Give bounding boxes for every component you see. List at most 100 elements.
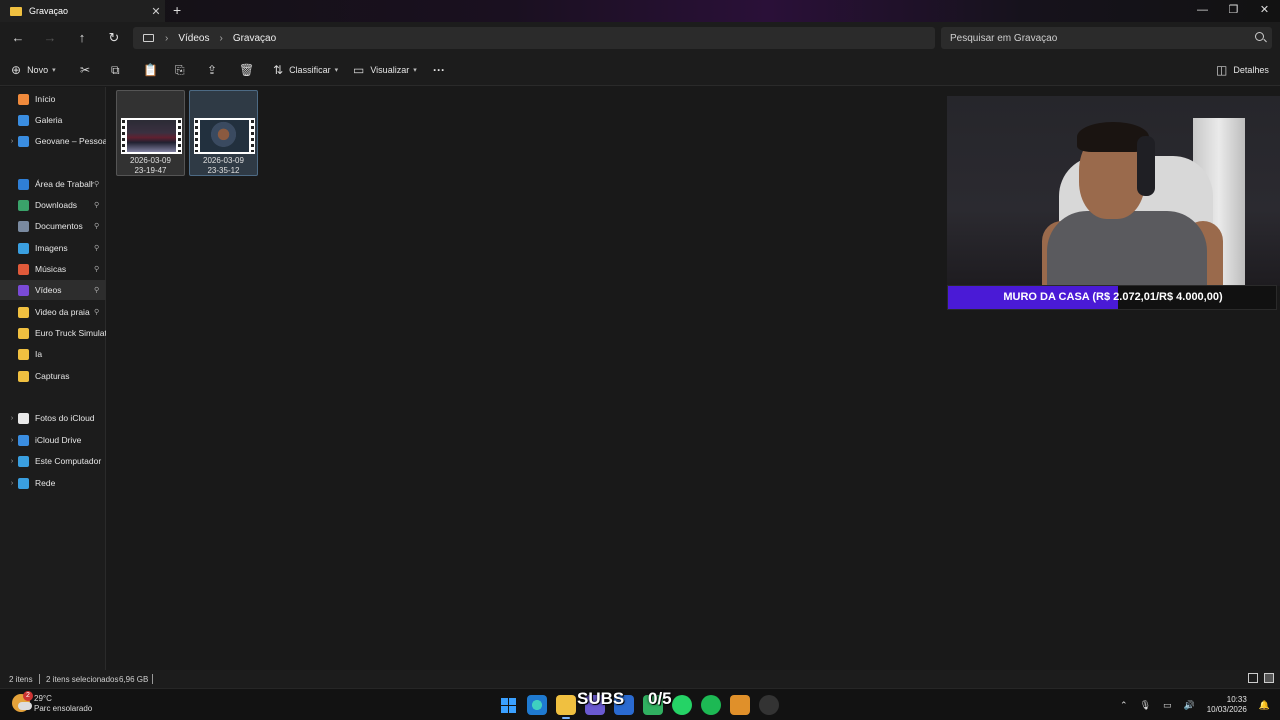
breadcrumb-videos[interactable]: Vídeos <box>178 33 209 44</box>
file-name: 2026-03-09 23-19-47 <box>130 156 171 175</box>
sidebar-item-label: Área de Trabalho <box>35 179 94 189</box>
chevron-down-icon: ▾ <box>334 67 339 74</box>
notification-icon[interactable]: 🔔 <box>1259 700 1270 711</box>
sidebar-item-rea-de-trabalho[interactable]: Área de Trabalho ⚲ <box>0 174 106 194</box>
cut-button[interactable]: ✂ <box>80 62 96 78</box>
sidebar-item-label: iCloud Drive <box>35 435 82 445</box>
weather-icon: 2 <box>12 691 33 712</box>
edge-icon[interactable] <box>527 695 547 715</box>
network-icon <box>18 477 29 489</box>
new-button[interactable]: ⊕ Novo ▾ <box>11 62 56 78</box>
sidebar-item-downloads[interactable]: Downloads ⚲ <box>0 195 106 215</box>
spotify-icon[interactable] <box>701 695 721 715</box>
sidebar-item-ia[interactable]: Ia <box>0 344 106 364</box>
details-label: Detalhes <box>1233 65 1269 75</box>
paste-button[interactable]: 📋 <box>143 62 164 78</box>
volume-icon[interactable]: 🔊 <box>1184 700 1195 711</box>
photos-icon[interactable] <box>730 695 750 715</box>
file-name: 2026-03-09 23-35-12 <box>203 156 244 175</box>
close-tab-icon[interactable]: ✕ <box>147 5 165 18</box>
system-tray: ⌃ 🎙 ▭ 🔊 10:33 10/03/2026 🔔 <box>1120 695 1270 715</box>
share-button[interactable]: ⇪ <box>207 62 223 78</box>
refresh-button[interactable]: ↻ <box>104 28 124 48</box>
minimize-button[interactable]: — <box>1187 0 1218 22</box>
view-button[interactable]: ▭ Visualizar ▾ <box>353 62 417 78</box>
large-icons-view-icon[interactable] <box>1264 673 1274 683</box>
chevron-right-icon[interactable]: › <box>6 458 18 465</box>
trash-icon: 🗑 <box>239 63 255 77</box>
delete-button[interactable]: 🗑 <box>239 62 260 78</box>
chevron-right-icon[interactable]: › <box>6 138 18 145</box>
sidebar-item-video-da-praia[interactable]: Video da praia ⚲ <box>0 302 106 322</box>
sidebar-item-documentos[interactable]: Documentos ⚲ <box>0 216 106 236</box>
search-input[interactable]: Pesquisar em Gravaçao <box>941 27 1272 49</box>
subs-counter: 0/5 <box>648 689 672 708</box>
video-file-item[interactable]: 2026-03-09 23-19-47 <box>116 90 185 176</box>
sidebar-item-label: Euro Truck Simulator <box>35 328 106 338</box>
windows-icon <box>500 697 516 713</box>
sidebar-item-icloud-drive[interactable]: › iCloud Drive <box>0 430 106 450</box>
start-button[interactable] <box>498 695 518 715</box>
network-icon[interactable]: ▭ <box>1163 700 1172 711</box>
sidebar-item-label: Imagens <box>35 243 68 253</box>
details-view-icon[interactable] <box>1248 673 1258 683</box>
sidebar-item-rede[interactable]: › Rede <box>0 473 106 493</box>
rename-button[interactable]: ⎘ <box>175 62 191 78</box>
view-label: Visualizar <box>370 65 410 75</box>
sidebar-item-m-sicas[interactable]: Músicas ⚲ <box>0 259 106 279</box>
sidebar-item-fotos-do-icloud[interactable]: › Fotos do iCloud <box>0 408 106 428</box>
whatsapp-icon[interactable] <box>672 695 692 715</box>
sidebar-item-galeria[interactable]: Galeria <box>0 110 106 130</box>
sidebar-item-imagens[interactable]: Imagens ⚲ <box>0 238 106 258</box>
paste-icon: 📋 <box>143 63 158 77</box>
gallery-icon <box>18 114 29 126</box>
pin-icon: ⚲ <box>94 309 100 316</box>
video-thumbnail <box>121 118 182 154</box>
sidebar-item-este-computador[interactable]: › Este Computador <box>0 451 106 471</box>
details-button[interactable]: ◫ Detalhes <box>1216 62 1269 78</box>
close-window-button[interactable]: ✕ <box>1249 0 1280 22</box>
chevron-right-icon[interactable]: › <box>6 415 18 422</box>
more-options-button[interactable]: ··· <box>433 62 445 78</box>
sidebar-item-label: Fotos do iCloud <box>35 413 95 423</box>
taskbar-apps <box>498 695 779 719</box>
file-explorer-icon[interactable] <box>556 695 576 719</box>
new-tab-button[interactable]: + <box>173 2 181 18</box>
breadcrumb-gravacao[interactable]: Gravaçao <box>233 33 276 44</box>
address-bar[interactable]: › Vídeos › Gravaçao <box>133 27 935 49</box>
microphone-icon[interactable]: 🎙 <box>1140 700 1151 711</box>
sidebar-item-v-deos[interactable]: Vídeos ⚲ <box>0 280 106 300</box>
clock[interactable]: 10:33 10/03/2026 <box>1207 695 1247 715</box>
sort-label: Classificar <box>289 65 331 75</box>
chevron-right-icon[interactable]: › <box>6 480 18 487</box>
copy-button[interactable]: ⧉ <box>111 62 126 78</box>
share-icon: ⇪ <box>207 63 218 77</box>
search-icon[interactable] <box>1255 32 1264 41</box>
weather-widget[interactable]: 2 29°C Parc ensolarado <box>12 691 92 714</box>
back-button[interactable]: ← <box>8 28 28 48</box>
chevron-up-icon[interactable]: ⌃ <box>1120 700 1128 711</box>
maximize-button[interactable]: ❐ <box>1218 0 1249 22</box>
video-file-item[interactable]: 2026-03-09 23-35-12 <box>189 90 258 176</box>
icloud-icon <box>18 434 29 446</box>
folder-icon <box>10 6 22 16</box>
search-placeholder: Pesquisar em Gravaçao <box>950 32 1058 44</box>
up-button[interactable]: ↑ <box>72 28 92 48</box>
selected-size: 6,96 GB <box>119 675 149 684</box>
streaming-app-icon[interactable] <box>759 695 779 715</box>
sidebar-item-in-cio[interactable]: Início <box>0 89 106 109</box>
sidebar-item-geovane-pessoal[interactable]: › Geovane – Pessoal <box>0 131 106 151</box>
pin-icon: ⚲ <box>94 266 100 273</box>
pin-icon: ⚲ <box>94 181 100 188</box>
sort-button[interactable]: ⇅ Classificar ▾ <box>273 62 338 78</box>
forward-button[interactable]: → <box>40 28 60 48</box>
tab-gravacao[interactable]: Gravaçao ✕ <box>0 0 165 22</box>
sidebar-item-label: Rede <box>35 478 56 488</box>
chevron-right-icon[interactable]: › <box>6 437 18 444</box>
plus-circle-icon: ⊕ <box>11 63 22 77</box>
onedrive-icon <box>18 135 29 147</box>
sidebar-item-capturas[interactable]: Capturas <box>0 366 106 386</box>
computer-icon <box>143 34 154 42</box>
temperature: 29°C <box>34 694 52 703</box>
sidebar-item-euro-truck-simulator[interactable]: Euro Truck Simulator <box>0 323 106 343</box>
